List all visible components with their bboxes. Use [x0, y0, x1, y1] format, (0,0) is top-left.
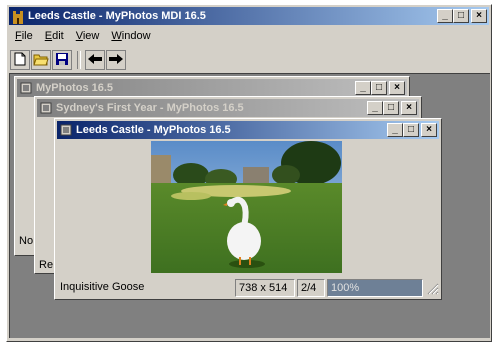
maximize-button[interactable]: □ [403, 123, 419, 137]
app-caption-buttons: _ □ × [437, 9, 487, 23]
child-titlebar[interactable]: MyPhotos 16.5 _ □ × [17, 79, 407, 97]
back-button[interactable] [85, 50, 105, 70]
new-button[interactable] [10, 50, 30, 70]
photo-view[interactable] [151, 141, 342, 273]
castle-icon [12, 10, 24, 24]
child-caption-buttons: _ □ × [355, 81, 405, 95]
forward-arrow-icon [108, 53, 124, 68]
child-titlebar[interactable]: Sydney's First Year - MyPhotos 16.5 _ □ … [37, 99, 419, 117]
maximize-button[interactable]: □ [371, 81, 387, 95]
maximize-button[interactable]: □ [383, 101, 399, 115]
close-button[interactable]: × [389, 81, 405, 95]
child-titlebar[interactable]: Leeds Castle - MyPhotos 16.5 _ □ × [57, 121, 439, 139]
open-button[interactable] [31, 50, 51, 70]
photo-book-icon [40, 102, 52, 114]
minimize-button[interactable]: _ [367, 101, 383, 115]
open-folder-icon [33, 52, 49, 69]
close-button[interactable]: × [401, 101, 417, 115]
close-button[interactable]: × [471, 9, 487, 23]
child-title: MyPhotos 16.5 [36, 82, 114, 94]
menu-file[interactable]: File [11, 30, 37, 42]
minimize-button[interactable]: _ [437, 9, 453, 23]
child-caption-buttons: _ □ × [387, 123, 437, 137]
menu-bar: File Edit View Window [11, 27, 155, 45]
child-caption-buttons: _ □ × [367, 101, 417, 115]
child-title: Leeds Castle - MyPhotos 16.5 [76, 124, 231, 136]
app-title: Leeds Castle - MyPhotos MDI 16.5 [28, 10, 206, 22]
mdi-client-area: MyPhotos 16.5 _ □ × No Sydney's First Ye… [9, 73, 490, 338]
menu-view[interactable]: View [72, 30, 104, 42]
maximize-button[interactable]: □ [453, 9, 469, 23]
app-titlebar[interactable]: Leeds Castle - MyPhotos MDI 16.5 _ □ × [9, 7, 489, 25]
goose-photo [151, 141, 342, 273]
resize-grip-icon[interactable] [425, 281, 439, 295]
status-zoom-progress: 100% [327, 279, 423, 297]
photo-book-icon [20, 82, 32, 94]
forward-button[interactable] [106, 50, 126, 70]
status-dimensions: 738 x 514 [235, 279, 295, 297]
status-text: No [19, 235, 34, 247]
minimize-button[interactable]: _ [387, 123, 403, 137]
status-zoom: 100% [331, 282, 360, 294]
minimize-button[interactable]: _ [355, 81, 371, 95]
save-icon [55, 52, 69, 69]
toolbar-separator [77, 51, 81, 69]
child-title: Sydney's First Year - MyPhotos 16.5 [56, 102, 244, 114]
menu-window[interactable]: Window [107, 30, 154, 42]
menu-edit[interactable]: Edit [41, 30, 68, 42]
status-caption: Inquisitive Goose [60, 281, 145, 293]
status-bar: Inquisitive Goose 738 x 514 2/4 100% [55, 277, 441, 297]
child-window-leeds-castle[interactable]: Leeds Castle - MyPhotos 16.5 _ □ × Inqui… [54, 118, 442, 300]
status-position: 2/4 [297, 279, 325, 297]
app-window: Leeds Castle - MyPhotos MDI 16.5 _ □ × F… [6, 4, 492, 342]
new-icon [14, 52, 26, 69]
photo-book-icon [60, 124, 72, 136]
save-button[interactable] [52, 50, 72, 70]
status-text: Re [39, 259, 54, 271]
close-button[interactable]: × [421, 123, 437, 137]
toolbar [10, 49, 127, 71]
back-arrow-icon [87, 53, 103, 68]
